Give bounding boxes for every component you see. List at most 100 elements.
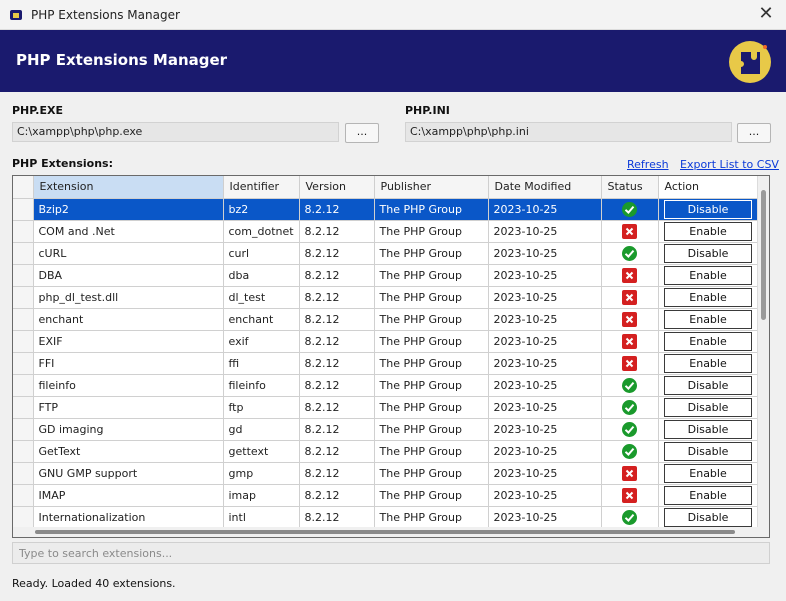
cell-publisher: The PHP Group	[374, 506, 489, 529]
enabled-check-icon	[622, 443, 637, 459]
table-row[interactable]: php_dl_test.dll dl_test 8.2.12 The PHP Grou…	[13, 286, 759, 309]
column-header-status[interactable]: Status	[601, 176, 659, 199]
cell-version: 8.2.12	[299, 484, 375, 507]
enable-button[interactable]: Enable	[664, 287, 752, 307]
enable-button[interactable]: Enable	[664, 353, 752, 373]
disabled-x-icon	[622, 465, 637, 481]
php-exe-browse-button[interactable]: ...	[345, 123, 379, 143]
enabled-check-icon	[622, 377, 637, 393]
disable-button[interactable]: Disable	[664, 507, 752, 527]
cell-extension: IMAP	[33, 484, 224, 507]
php-ini-label: PHP.INI	[405, 104, 450, 117]
extensions-grid[interactable]: Extension Identifier Version Publisher D…	[12, 175, 770, 538]
cell-version: 8.2.12	[299, 418, 375, 441]
cell-publisher: The PHP Group	[374, 374, 489, 397]
cell-extension: COM and .Net	[33, 220, 224, 243]
table-row[interactable]: IMAP imap 8.2.12 The PHP Group 2023-10-25 Ena…	[13, 484, 759, 507]
disable-button[interactable]: Disable	[664, 243, 752, 263]
cell-version: 8.2.12	[299, 286, 375, 309]
disable-button[interactable]: Disable	[664, 441, 752, 461]
enabled-check-icon	[622, 201, 637, 217]
column-header-date-modified[interactable]: Date Modified	[488, 176, 602, 199]
cell-version: 8.2.12	[299, 396, 375, 419]
enable-button[interactable]: Enable	[664, 265, 752, 285]
column-header-action[interactable]: Action	[658, 176, 759, 199]
cell-action: Enable	[658, 484, 759, 507]
table-row[interactable]: enchant enchant 8.2.12 The PHP Group 2023-10…	[13, 308, 759, 331]
cell-action: Enable	[658, 352, 759, 375]
export-csv-link[interactable]: Export List to CSV	[680, 158, 779, 171]
refresh-link[interactable]: Refresh	[627, 158, 669, 171]
table-row[interactable]: FTP ftp 8.2.12 The PHP Group 2023-10-25 Disab…	[13, 396, 759, 419]
table-row[interactable]: FFI ffi 8.2.12 The PHP Group 2023-10-25 Enabl…	[13, 352, 759, 375]
php-exe-path-field[interactable]: C:\xampp\php\php.exe	[12, 122, 339, 142]
cell-version: 8.2.12	[299, 440, 375, 463]
cell-date-modified: 2023-10-25	[488, 198, 602, 221]
table-row[interactable]: Bzip2 bz2 8.2.12 The PHP Group 2023-10-25 Dis…	[13, 198, 759, 221]
cell-extension: enchant	[33, 308, 224, 331]
table-row[interactable]: DBA dba 8.2.12 The PHP Group 2023-10-25 Enabl…	[13, 264, 759, 287]
column-header-version[interactable]: Version	[299, 176, 375, 199]
table-header-row: Extension Identifier Version Publisher D…	[13, 176, 759, 199]
disabled-x-icon	[622, 333, 637, 349]
table-row[interactable]: fileinfo fileinfo 8.2.12 The PHP Group 2023-…	[13, 374, 759, 397]
cell-status	[601, 374, 659, 397]
enabled-check-icon	[622, 421, 637, 437]
cell-status	[601, 396, 659, 419]
enable-button[interactable]: Enable	[664, 485, 752, 505]
cell-status	[601, 242, 659, 265]
enable-button[interactable]: Enable	[664, 221, 752, 241]
cell-publisher: The PHP Group	[374, 330, 489, 353]
row-header	[13, 352, 34, 375]
row-header	[13, 374, 34, 397]
cell-extension: FTP	[33, 396, 224, 419]
row-header-corner	[13, 176, 34, 199]
row-header	[13, 484, 34, 507]
enable-button[interactable]: Enable	[664, 463, 752, 483]
row-header	[13, 242, 34, 265]
table-row[interactable]: EXIF exif 8.2.12 The PHP Group 2023-10-25 Ena…	[13, 330, 759, 353]
cell-identifier: imap	[223, 484, 300, 507]
disable-button[interactable]: Disable	[664, 397, 752, 417]
cell-version: 8.2.12	[299, 352, 375, 375]
table-row[interactable]: GNU GMP support gmp 8.2.12 The PHP Group 202…	[13, 462, 759, 485]
cell-action: Disable	[658, 418, 759, 441]
status-text: Ready. Loaded 40 extensions.	[12, 577, 176, 590]
php-ini-browse-button[interactable]: ...	[737, 123, 771, 143]
row-header	[13, 286, 34, 309]
horizontal-scroll-thumb[interactable]	[35, 530, 735, 534]
cell-identifier: dl_test	[223, 286, 300, 309]
table-row[interactable]: Internationalization intl 8.2.12 The PHP Gr…	[13, 506, 759, 529]
enable-button[interactable]: Enable	[664, 309, 752, 329]
column-header-identifier[interactable]: Identifier	[223, 176, 300, 199]
cell-version: 8.2.12	[299, 264, 375, 287]
horizontal-scrollbar[interactable]	[13, 527, 758, 537]
extensions-table: Extension Identifier Version Publisher D…	[13, 176, 759, 529]
cell-publisher: The PHP Group	[374, 198, 489, 221]
cell-identifier: com_dotnet	[223, 220, 300, 243]
cell-version: 8.2.12	[299, 198, 375, 221]
cell-action: Disable	[658, 198, 759, 221]
vertical-scroll-thumb[interactable]	[761, 190, 766, 320]
cell-extension: cURL	[33, 242, 224, 265]
table-row[interactable]: GD imaging gd 8.2.12 The PHP Group 2023-10-2…	[13, 418, 759, 441]
cell-identifier: bz2	[223, 198, 300, 221]
cell-version: 8.2.12	[299, 220, 375, 243]
cell-action: Disable	[658, 440, 759, 463]
enable-button[interactable]: Enable	[664, 331, 752, 351]
column-header-extension[interactable]: Extension	[33, 176, 224, 199]
close-icon[interactable]: ✕	[756, 4, 776, 24]
cell-date-modified: 2023-10-25	[488, 462, 602, 485]
column-header-publisher[interactable]: Publisher	[374, 176, 489, 199]
disable-button[interactable]: Disable	[664, 375, 752, 395]
table-row[interactable]: COM and .Net com_dotnet 8.2.12 The PHP Grou…	[13, 220, 759, 243]
disable-button[interactable]: Disable	[664, 419, 752, 439]
table-row[interactable]: cURL curl 8.2.12 The PHP Group 2023-10-25 Dis…	[13, 242, 759, 265]
search-input[interactable]	[12, 542, 770, 564]
cell-status	[601, 264, 659, 287]
cell-status	[601, 286, 659, 309]
vertical-scrollbar[interactable]	[757, 176, 769, 537]
disable-button[interactable]: Disable	[664, 199, 752, 219]
table-row[interactable]: GetText gettext 8.2.12 The PHP Group 2023-10…	[13, 440, 759, 463]
php-ini-path-field[interactable]: C:\xampp\php\php.ini	[405, 122, 732, 142]
